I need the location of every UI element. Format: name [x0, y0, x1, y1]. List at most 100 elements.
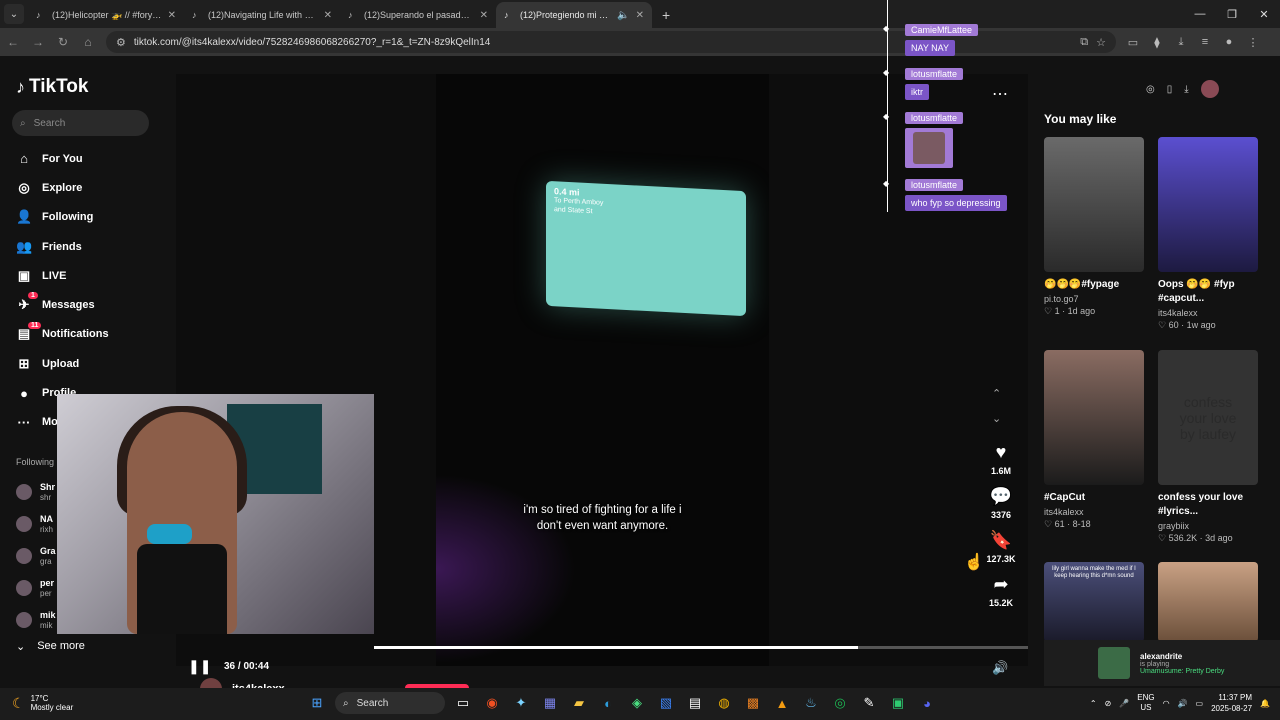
notification-bell-icon[interactable]: 🔔 [1260, 699, 1270, 708]
following-account[interactable]: Gra gra [16, 540, 56, 572]
save-button[interactable]: 🔖 127.3K [980, 530, 1022, 564]
network-icon[interactable]: ⊘ [1105, 699, 1112, 708]
app-icon[interactable]: ◉ [481, 692, 503, 714]
back-icon[interactable]: ← [1, 30, 25, 54]
volume-icon[interactable]: 🔊 [1178, 699, 1188, 708]
caption-line: don't even want anymore. [536, 520, 669, 532]
browser-tab-2[interactable]: ♪ (12)Navigating Life with a Narc ✕ [184, 2, 340, 28]
close-window-icon[interactable]: ✕ [1248, 0, 1280, 28]
recommended-video-card[interactable]: Oops 🤭🤭 #fyp #capcut... its4kalexx ♡ 60 … [1158, 137, 1258, 331]
tab-close-icon[interactable]: ✕ [480, 10, 488, 21]
taskbar-search[interactable]: ⌕ Search [335, 692, 445, 714]
steam-icon[interactable]: ♨ [800, 692, 822, 714]
comment-button[interactable]: 💬 3376 [980, 486, 1022, 520]
tab-close-icon[interactable]: ✕ [324, 10, 332, 21]
wifi-icon[interactable]: ◠ [1163, 699, 1170, 708]
chevron-up-icon[interactable]: ⌃ [1090, 699, 1097, 708]
battery-icon[interactable]: ▭ [1196, 699, 1204, 708]
spotify-icon[interactable]: ◎ [829, 692, 851, 714]
following-account[interactable]: NA rixh [16, 508, 56, 540]
puzzle-icon[interactable]: ⧫ [1148, 36, 1166, 49]
share-button[interactable]: ➦ 15.2K [980, 574, 1022, 608]
pause-icon[interactable]: ❚❚ [188, 658, 211, 675]
sidebar-item-label: Following [42, 211, 94, 224]
previous-video-icon[interactable]: ⌃ [992, 387, 1001, 400]
tab-search-icon[interactable]: ⌄ [4, 4, 24, 24]
sidebar-item-label: Explore [42, 181, 83, 194]
browser-tab-4-active[interactable]: ♪ (12)Protegiendo mi vida tra 🔈 ✕ [496, 2, 652, 28]
tiktok-logo[interactable]: ♪ TikTok [16, 76, 88, 98]
speaker-icon[interactable]: 🔈 [617, 10, 629, 21]
app-icon[interactable]: ✦ [510, 692, 532, 714]
extension-icon[interactable]: ▭ [1124, 36, 1142, 49]
recommended-video-card[interactable]: #CapCut its4kalexx ♡ 61 · 8-18 [1044, 350, 1144, 530]
recommended-video-card[interactable]: 🤭🤭🤭#fypage pi.to.go7 ♡ 1 · 1d ago [1044, 137, 1144, 317]
browser-tabstrip: ⌄ ♪ (12)Helicopter 🚁 // #foryoupa ✕ ♪ (12)N… [0, 0, 1280, 28]
sidebar-item-explore[interactable]: ◎ Explore [16, 173, 109, 202]
app-icon[interactable]: ▲ [771, 692, 793, 714]
menu-icon[interactable]: ⋮ [1244, 36, 1262, 49]
chrome-icon[interactable]: ◍ [713, 692, 735, 714]
video-frame[interactable]: 0.4 mi To Perth Amboy and State St i'm s… [436, 74, 769, 666]
language-indicator[interactable]: ENG US [1137, 693, 1154, 713]
minimize-icon[interactable]: — [1184, 0, 1216, 28]
volume-icon[interactable]: 🔊 [992, 660, 1008, 676]
install-app-icon[interactable]: ⧉ [1080, 36, 1088, 49]
sidebar-item-friends[interactable]: 👥 Friends [16, 232, 109, 261]
app-icon[interactable]: ▩ [742, 692, 764, 714]
coin-icon[interactable]: ◎ [1146, 84, 1155, 95]
site-info-icon[interactable]: ⚙ [116, 36, 126, 49]
teams-icon[interactable]: ▦ [539, 692, 561, 714]
mic-icon[interactable]: 🎤 [1119, 699, 1129, 708]
app-icon[interactable]: ▧ [655, 692, 677, 714]
search-input[interactable]: ⌕ Search [12, 110, 149, 136]
sidebar-item-upload[interactable]: ⊞ Upload [16, 349, 109, 378]
reload-icon[interactable]: ↻ [51, 30, 75, 54]
file-explorer-icon[interactable]: ▰ [568, 692, 590, 714]
like-button[interactable]: ♥ 1.6M [980, 442, 1022, 476]
browser-tab-1[interactable]: ♪ (12)Helicopter 🚁 // #foryoupa ✕ [28, 2, 184, 28]
download-icon[interactable]: ⤓ [1172, 36, 1190, 49]
following-account[interactable]: per per [16, 572, 56, 604]
new-tab-icon[interactable]: + [662, 7, 670, 23]
recommended-video-card[interactable]: confess your love by laufey confess your… [1158, 350, 1258, 544]
profile-icon[interactable]: ● [1220, 36, 1238, 49]
app-icon[interactable]: ▣ [887, 692, 909, 714]
windows-start-icon[interactable]: ⊞ [306, 692, 328, 714]
recommended-video-card[interactable] [1158, 562, 1258, 642]
weather-widget[interactable]: ☾ 17°C Mostly clear [12, 694, 73, 712]
discord-icon[interactable]: ◕ [916, 692, 938, 714]
next-video-icon[interactable]: ⌄ [992, 412, 1001, 425]
sidebar-item-following[interactable]: 👤 Following [16, 203, 109, 232]
more-options-icon[interactable]: ⋯ [992, 84, 1008, 104]
clock[interactable]: 11:37 PM 2025-08-27 [1211, 692, 1252, 714]
activity-toast[interactable]: alexandrite is playing Umamusume: Pretty… [1044, 640, 1280, 686]
following-account[interactable]: mik mik [16, 604, 56, 636]
sidebar-item-live[interactable]: ▣ LIVE [16, 261, 109, 290]
video-thumbnail [1044, 350, 1144, 485]
sidebar-item-messages[interactable]: ✈ 1 Messages [16, 290, 109, 319]
avatar[interactable] [1200, 80, 1219, 98]
edge-icon[interactable]: ◐ [597, 692, 619, 714]
store-icon[interactable]: ▤ [684, 692, 706, 714]
sidebar-item-for-you[interactable]: ⌂ For You [16, 144, 109, 173]
app-icon[interactable]: ◈ [626, 692, 648, 714]
app-icon[interactable]: ✎ [858, 692, 880, 714]
sidebar-item-label: Messages [42, 299, 95, 312]
video-progress-bar[interactable] [374, 646, 1028, 649]
task-view-icon[interactable]: ▭ [452, 692, 474, 714]
tab-close-icon[interactable]: ✕ [168, 10, 176, 21]
home-icon[interactable]: ⌂ [76, 30, 100, 54]
download-icon[interactable]: ⤓ [1184, 84, 1188, 95]
following-account[interactable]: Shr shr [16, 476, 56, 508]
tab-close-icon[interactable]: ✕ [636, 10, 644, 21]
recommended-video-card[interactable]: lily girl wanna make the med if I keep h… [1044, 562, 1144, 642]
bookmark-star-icon[interactable]: ☆ [1096, 36, 1106, 49]
media-icon[interactable]: ≡ [1196, 36, 1214, 49]
see-more-button[interactable]: ⌄ See more [16, 640, 85, 653]
browser-tab-3[interactable]: ♪ (12)Superando el pasado: ni ✕ [340, 2, 496, 28]
sidebar-item-notifications[interactable]: ▤ 11 Notifications [16, 320, 109, 349]
restore-icon[interactable]: ❐ [1216, 0, 1248, 28]
forward-icon[interactable]: → [26, 30, 50, 54]
device-icon[interactable]: ▯ [1167, 84, 1173, 95]
